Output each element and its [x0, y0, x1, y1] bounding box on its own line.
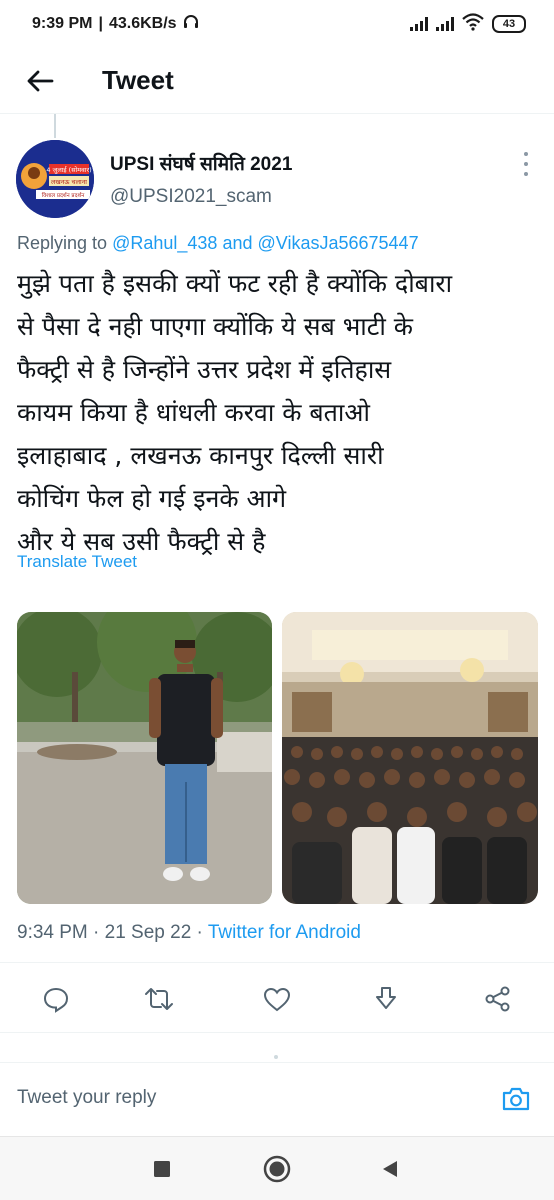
replying-and[interactable]: and: [222, 233, 252, 253]
drag-handle: [274, 1055, 278, 1059]
tweet-photo-1[interactable]: [17, 612, 272, 904]
avatar[interactable]: 4 जुलाई (सोमवार) लखनऊ चलाना विशाल प्रदर्…: [16, 140, 94, 218]
share-button[interactable]: [476, 975, 520, 1023]
reply-icon: [43, 987, 69, 1013]
signal-icon: [410, 17, 428, 31]
status-bar: 9:39 PM | 43.6KB/s 43: [0, 0, 554, 48]
thread-line: [54, 114, 56, 138]
share-icon: [485, 986, 510, 1012]
camera-button[interactable]: [498, 1081, 534, 1117]
back-button[interactable]: [0, 48, 80, 114]
replying-prefix: Replying to: [17, 233, 108, 253]
status-right: 43: [410, 12, 526, 36]
signal-icon-2: [436, 17, 454, 31]
author-block[interactable]: UPSI संघर्ष समिति 2021 @UPSI2021_scam: [110, 150, 292, 208]
avatar-line-3: विशाल प्रदर्शन प्रदर्शन: [42, 192, 86, 199]
retweet-button[interactable]: [137, 975, 181, 1023]
tweet-photo-2[interactable]: [282, 612, 538, 904]
divider: [0, 962, 554, 963]
home-icon: [263, 1155, 291, 1183]
headphones-icon: [183, 14, 199, 35]
avatar-line-1: 4 जुलाई (सोमवार): [46, 166, 91, 174]
arrow-left-icon: [27, 70, 54, 91]
download-icon: [376, 987, 396, 1009]
status-left: 9:39 PM | 43.6KB/s: [32, 14, 199, 35]
bookmark-button[interactable]: [364, 975, 408, 1023]
status-time: 9:39 PM: [32, 15, 93, 32]
translate-tweet-link[interactable]: Translate Tweet: [17, 552, 137, 572]
replying-to: Replying to @Rahul_438 and @VikasJa56675…: [17, 233, 419, 254]
author-handle[interactable]: @UPSI2021_scam: [110, 186, 292, 208]
home-button[interactable]: [259, 1151, 295, 1187]
heart-icon: [263, 987, 291, 1012]
reply-input[interactable]: Tweet your reply: [17, 1087, 156, 1109]
mention-link[interactable]: @Rahul_438: [112, 233, 217, 253]
status-separator: |: [98, 15, 103, 32]
page-title: Tweet: [102, 65, 174, 95]
system-navigation-bar: [0, 1136, 554, 1200]
timestamp-text: 9:34 PM · 21 Sep 22 ·: [17, 922, 208, 943]
avatar-line-2: लखनऊ चलाना: [51, 178, 87, 186]
retweet-icon: [145, 988, 173, 1010]
recents-icon: [154, 1161, 170, 1177]
reply-composer: Tweet your reply: [0, 1062, 554, 1134]
camera-icon: [502, 1087, 530, 1111]
tweet-source-link[interactable]: Twitter for Android: [208, 922, 361, 943]
system-back-button[interactable]: [372, 1151, 408, 1187]
reply-button[interactable]: [34, 975, 78, 1023]
divider-2: [0, 1032, 554, 1033]
mention-link-2[interactable]: @VikasJa56675447: [258, 233, 419, 253]
more-options-icon[interactable]: [516, 152, 536, 176]
network-speed: 43.6KB/s: [108, 15, 177, 32]
app-header: Tweet: [0, 48, 554, 114]
battery-icon: 43: [492, 15, 526, 33]
author-name[interactable]: UPSI संघर्ष समिति 2021: [110, 150, 292, 176]
like-button[interactable]: [255, 975, 299, 1023]
back-icon: [383, 1161, 397, 1177]
tweet-actions: [0, 975, 554, 1023]
recents-button[interactable]: [144, 1151, 180, 1187]
wifi-icon: [462, 12, 484, 36]
tweet-timestamp: 9:34 PM · 21 Sep 22 · Twitter for Androi…: [17, 922, 361, 944]
tweet-text: मुझे पता है इसकी क्यों फट रही है क्योंकि…: [17, 269, 453, 556]
